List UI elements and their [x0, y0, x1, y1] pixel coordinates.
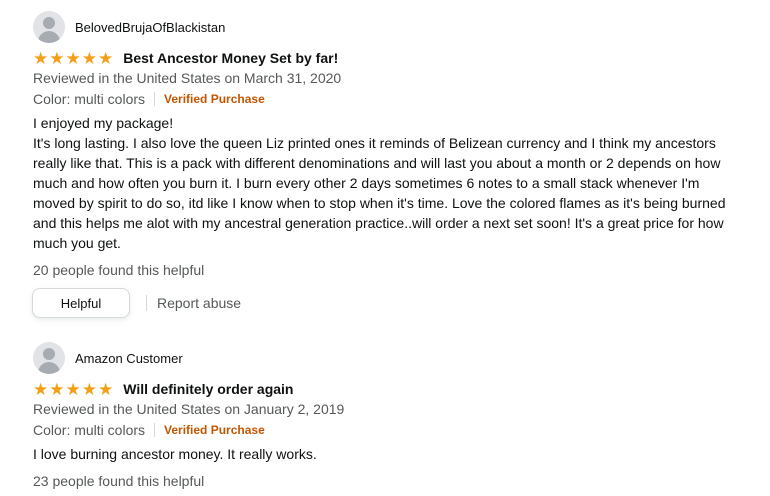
star-rating[interactable]: ★ ★ ★ ★ ★ — [33, 381, 113, 398]
review-body-line: I enjoyed my package! — [33, 115, 174, 131]
review-body-line: I love burning ancestor money. It really… — [33, 446, 317, 462]
helpful-count: 20 people found this helpful — [33, 262, 205, 278]
divider — [146, 295, 147, 311]
star-icon: ★ — [98, 379, 114, 399]
review-title[interactable]: Will definitely order again — [123, 381, 293, 397]
star-icon: ★ — [81, 379, 97, 399]
star-icon: ★ — [65, 379, 81, 399]
review-title-row: ★ ★ ★ ★ ★ Will definitely order again — [33, 379, 294, 399]
star-rating[interactable]: ★ ★ ★ ★ ★ — [33, 50, 113, 67]
review-body-line: It's long lasting. I also love the queen… — [33, 135, 726, 251]
divider — [154, 423, 156, 437]
star-icon: ★ — [33, 48, 49, 68]
star-icon: ★ — [81, 48, 97, 68]
star-icon: ★ — [49, 379, 65, 399]
star-icon: ★ — [98, 48, 114, 68]
helpful-button[interactable]: Helpful — [32, 288, 130, 318]
reviewer-profile[interactable]: BelovedBrujaOfBlackistan — [33, 11, 225, 43]
star-icon: ★ — [49, 48, 65, 68]
review-format-row: Color: multi colors Verified Purchase — [33, 90, 265, 108]
avatar-icon — [33, 342, 65, 374]
verified-purchase-badge[interactable]: Verified Purchase — [164, 423, 265, 437]
helpful-count: 23 people found this helpful — [33, 473, 205, 489]
report-abuse-link[interactable]: Report abuse — [157, 295, 241, 311]
reviewer-name[interactable]: Amazon Customer — [75, 351, 183, 366]
avatar-icon — [33, 11, 65, 43]
review-format-row: Color: multi colors Verified Purchase — [33, 421, 265, 439]
verified-purchase-badge[interactable]: Verified Purchase — [164, 92, 265, 106]
review-title-row: ★ ★ ★ ★ ★ Best Ancestor Money Set by far… — [33, 48, 338, 68]
review-body: I love burning ancestor money. It really… — [33, 444, 733, 464]
variant-label[interactable]: Color: multi colors — [33, 91, 145, 107]
divider — [154, 92, 156, 106]
review-body: I enjoyed my package! It's long lasting.… — [33, 113, 733, 253]
review-date: Reviewed in the United States on March 3… — [33, 70, 342, 86]
reviewer-profile[interactable]: Amazon Customer — [33, 342, 183, 374]
star-icon: ★ — [33, 379, 49, 399]
variant-label[interactable]: Color: multi colors — [33, 422, 145, 438]
reviewer-name[interactable]: BelovedBrujaOfBlackistan — [75, 20, 225, 35]
review-date: Reviewed in the United States on January… — [33, 401, 345, 417]
star-icon: ★ — [65, 48, 81, 68]
review-title[interactable]: Best Ancestor Money Set by far! — [123, 50, 338, 66]
